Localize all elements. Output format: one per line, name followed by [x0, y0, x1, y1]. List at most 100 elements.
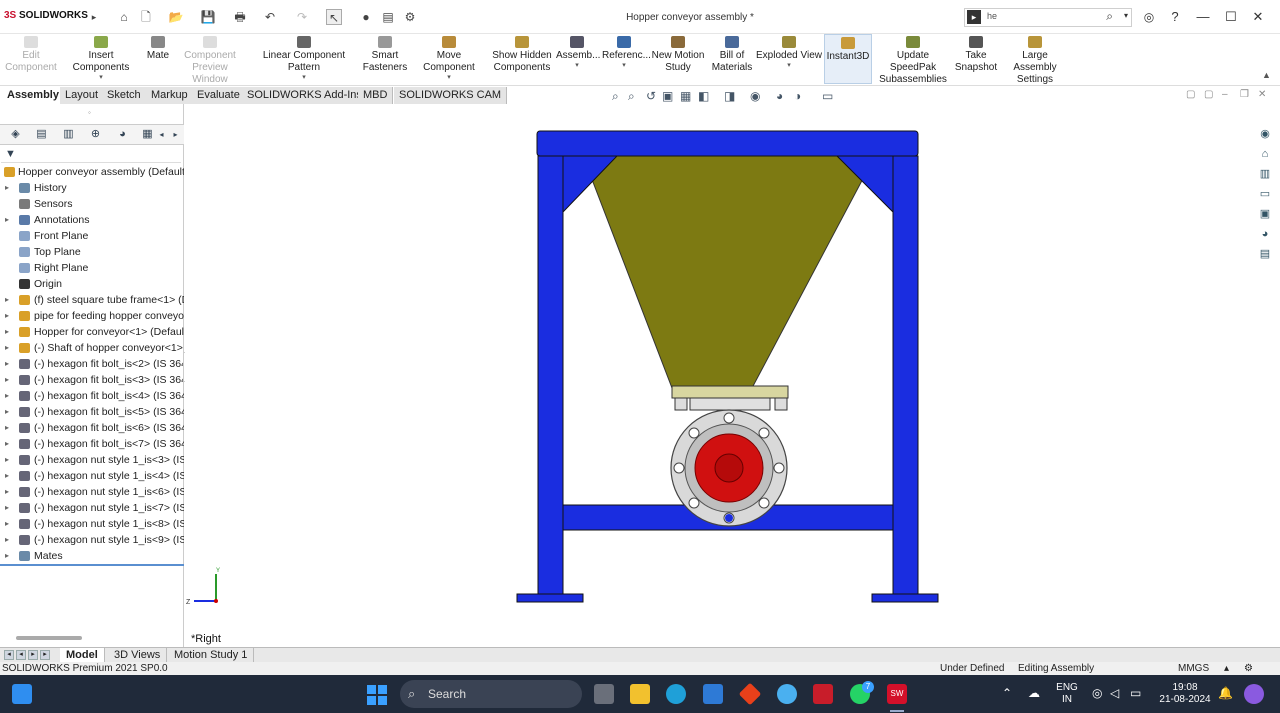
- tree-filter-input[interactable]: [1, 145, 181, 163]
- mcafee-icon[interactable]: [813, 684, 833, 704]
- mate-button[interactable]: Mate: [144, 36, 172, 84]
- tree-item[interactable]: ▸ Annotations: [0, 212, 184, 228]
- magnifier-icon[interactable]: ⌕: [1106, 9, 1113, 24]
- redo-icon[interactable]: ↷: [294, 9, 310, 25]
- battery-icon[interactable]: ▭: [1130, 686, 1141, 700]
- edit-component-button[interactable]: Edit Component: [4, 36, 58, 84]
- bill-of-materials-button[interactable]: Bill of Materials: [710, 36, 754, 84]
- solidworks-resources-icon[interactable]: ◉: [1257, 126, 1273, 142]
- zoom-to-area-icon[interactable]: ⌕: [628, 89, 635, 104]
- open-icon[interactable]: 📂: [168, 9, 184, 25]
- tree-item[interactable]: ▸ (-) hexagon nut style 1_is<9> (IS 1: [0, 532, 184, 548]
- tab-motion-study[interactable]: Motion Study 1: [168, 648, 255, 662]
- onedrive-icon[interactable]: ☁: [1028, 686, 1040, 700]
- home-icon[interactable]: ⌂: [116, 9, 132, 25]
- expand-arrow-icon[interactable]: ▸: [5, 212, 9, 228]
- taskbar-search[interactable]: ⌕ Search: [400, 680, 582, 708]
- tree-rollback-bar[interactable]: [0, 564, 184, 566]
- doc-tile-icon[interactable]: ▢: [1204, 89, 1213, 100]
- take-snapshot-button[interactable]: Take Snapshot: [954, 36, 998, 84]
- tree-root-item[interactable]: Hopper conveyor assembly (Default: [0, 164, 184, 180]
- tree-item[interactable]: ▸ Hopper for conveyor<1> (Defaul: [0, 324, 184, 340]
- show-hidden-components-button[interactable]: Show Hidden Components: [492, 36, 552, 84]
- solidworks-taskbar-icon[interactable]: SW: [887, 684, 907, 704]
- dimxpert-tab-icon[interactable]: ⊕: [88, 127, 103, 142]
- tree-item[interactable]: ▸ Mates: [0, 548, 184, 564]
- update-speedpak-button[interactable]: Update SpeedPak Subassemblies: [874, 36, 952, 85]
- tree-item[interactable]: ▸ (-) hexagon nut style 1_is<7> (IS 1: [0, 500, 184, 516]
- tree-item[interactable]: Top Plane: [0, 244, 184, 260]
- expand-arrow-icon[interactable]: ▸: [5, 292, 9, 308]
- tree-item[interactable]: ▸ History: [0, 180, 184, 196]
- next-tab-icon[interactable]: ▸: [28, 650, 38, 660]
- expand-arrow-icon[interactable]: ▸: [5, 324, 9, 340]
- filter-icon[interactable]: ▼: [5, 148, 16, 160]
- home-icon[interactable]: ⌂: [1257, 146, 1273, 162]
- tab-assembly[interactable]: Assembly: [2, 87, 65, 104]
- cam-tab-icon[interactable]: ▦: [140, 127, 155, 142]
- panel-resize-icon[interactable]: ◦: [88, 108, 91, 117]
- collapse-ribbon-icon[interactable]: ▲: [1262, 70, 1271, 80]
- expand-arrow-icon[interactable]: ▸: [5, 388, 9, 404]
- design-library-icon[interactable]: ▥: [1257, 166, 1273, 182]
- apply-scene-icon[interactable]: ◑: [794, 89, 801, 103]
- task-view-icon[interactable]: [594, 684, 614, 704]
- expand-arrow-icon[interactable]: ▸: [5, 372, 9, 388]
- tab-solidworks-cam[interactable]: SOLIDWORKS CAM: [394, 87, 508, 104]
- dynamic-annotation-icon[interactable]: ▦: [680, 89, 691, 103]
- new-motion-study-button[interactable]: New Motion Study: [650, 36, 706, 84]
- linear-component-pattern-button[interactable]: Linear Component Pattern ▾: [248, 36, 360, 84]
- file-explorer-icon[interactable]: [630, 684, 650, 704]
- tree-item[interactable]: ▸ (-) hexagon fit bolt_is<5> (IS 364: [0, 404, 184, 420]
- appearances-icon[interactable]: ◕: [1257, 226, 1273, 242]
- help-icon[interactable]: ?: [1166, 8, 1184, 26]
- save-icon[interactable]: 💾: [200, 9, 216, 25]
- copilot-icon[interactable]: [1244, 684, 1264, 704]
- tree-item[interactable]: ▸ (-) hexagon fit bolt_is<7> (IS 364: [0, 436, 184, 452]
- menu-expand-icon[interactable]: ▸: [86, 9, 102, 25]
- show-hidden-icons-icon[interactable]: ⌃: [1002, 686, 1012, 700]
- tree-item[interactable]: ▸ (f) steel square tube frame<1> (D: [0, 292, 184, 308]
- instant3d-button[interactable]: Instant3D: [824, 34, 872, 84]
- exploded-view-button[interactable]: Exploded View ▾: [756, 36, 822, 84]
- edge-icon[interactable]: [666, 684, 686, 704]
- view-settings-icon[interactable]: ▭: [822, 89, 833, 103]
- expand-arrow-icon[interactable]: ▸: [5, 468, 9, 484]
- tree-item[interactable]: ▸ (-) hexagon nut style 1_is<4> (IS 1: [0, 468, 184, 484]
- zoom-to-fit-icon[interactable]: ⌕: [612, 89, 619, 104]
- tree-item[interactable]: ▸ (-) hexagon nut style 1_is<6> (IS 1: [0, 484, 184, 500]
- propertymanager-tab-icon[interactable]: ▤: [34, 127, 49, 142]
- tree-item[interactable]: ▸ (-) hexagon nut style 1_is<8> (IS 1: [0, 516, 184, 532]
- expand-arrow-icon[interactable]: ▸: [5, 436, 9, 452]
- expand-arrow-icon[interactable]: ▸: [5, 500, 9, 516]
- user-icon[interactable]: ◎: [1140, 8, 1158, 26]
- expand-arrow-icon[interactable]: ▸: [5, 532, 9, 548]
- doc-minimize-icon[interactable]: –: [1222, 89, 1228, 100]
- undo-icon[interactable]: ↶: [262, 9, 278, 25]
- expand-arrow-icon[interactable]: ▸: [5, 308, 9, 324]
- tree-item[interactable]: Right Plane: [0, 260, 184, 276]
- select-icon[interactable]: ↖: [326, 9, 342, 25]
- tab-mbd[interactable]: MBD: [358, 87, 394, 104]
- tab-3d-views[interactable]: 3D Views: [108, 648, 168, 662]
- tree-item[interactable]: ▸ (-) hexagon fit bolt_is<3> (IS 364: [0, 372, 184, 388]
- tab-markup[interactable]: Markup: [146, 87, 194, 104]
- network-icon[interactable]: ◎: [1092, 686, 1102, 700]
- tree-item[interactable]: ▸ (-) Shaft of hopper conveyor<1>: [0, 340, 184, 356]
- chevron-down-icon[interactable]: ▴: [1224, 662, 1229, 675]
- traffic-light-icon[interactable]: ●: [358, 9, 374, 25]
- expand-arrow-icon[interactable]: ▸: [5, 180, 9, 196]
- tab-solidworks-add-ins[interactable]: SOLIDWORKS Add-Ins: [242, 87, 368, 104]
- store-icon[interactable]: [703, 684, 723, 704]
- tab-model[interactable]: Model: [60, 648, 105, 662]
- expand-arrow-icon[interactable]: ▸: [5, 516, 9, 532]
- unit-system[interactable]: MMGS: [1178, 662, 1209, 675]
- clock[interactable]: 19:08 21-08-2024: [1154, 682, 1216, 706]
- tree-item[interactable]: ▸ pipe for feeding hopper conveyo: [0, 308, 184, 324]
- expand-arrow-icon[interactable]: ▸: [5, 404, 9, 420]
- large-assembly-settings-button[interactable]: Large Assembly Settings: [1000, 36, 1070, 85]
- last-tab-icon[interactable]: ▸: [40, 650, 50, 660]
- expand-arrow-icon[interactable]: ▸: [5, 452, 9, 468]
- file-properties-icon[interactable]: ▤: [380, 9, 396, 25]
- expand-arrow-icon[interactable]: ▸: [5, 356, 9, 372]
